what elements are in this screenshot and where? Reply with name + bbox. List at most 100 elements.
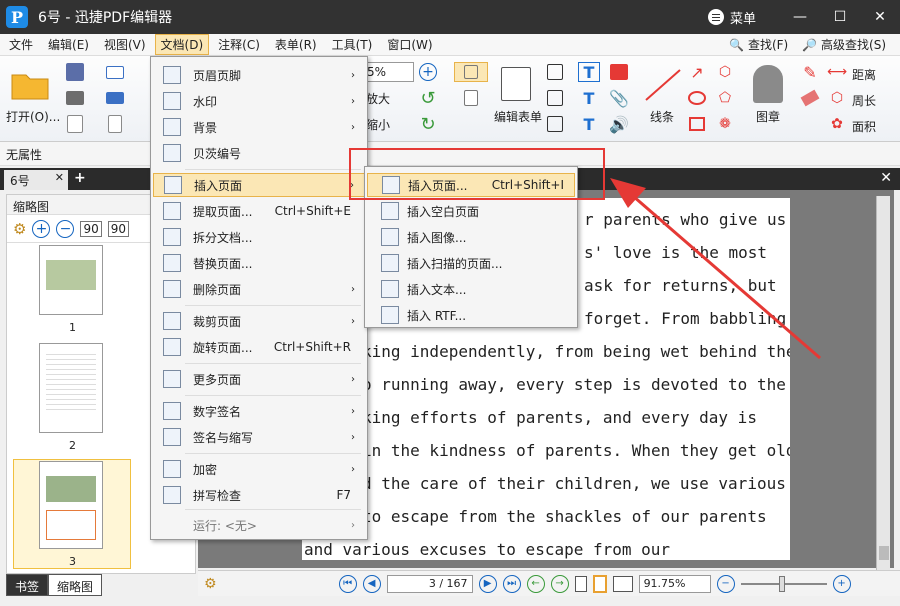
zoom-out-status-icon[interactable]: −: [716, 574, 735, 593]
perimeter-icon[interactable]: ⬡: [826, 88, 848, 108]
edit-form-icon[interactable]: [496, 64, 536, 104]
line-tool-icon[interactable]: [640, 64, 684, 104]
polygon-tool-icon[interactable]: ⬠: [714, 88, 736, 108]
sound-icon[interactable]: 🔊: [608, 114, 630, 134]
forward-icon[interactable]: →: [550, 574, 569, 593]
menu-edit[interactable]: 编辑(E): [42, 34, 95, 55]
stamp-label[interactable]: 图章: [756, 108, 780, 125]
find-button[interactable]: 🔍 查找(F): [729, 36, 788, 53]
perimeter-label[interactable]: 周长: [852, 92, 876, 109]
menu-view[interactable]: 视图(V): [98, 34, 152, 55]
pencil-icon[interactable]: ✎: [798, 62, 822, 82]
area-icon[interactable]: ✿: [826, 114, 848, 134]
add-page-icon[interactable]: [454, 88, 488, 108]
submenu-item-insert-text[interactable]: 插入文本...: [367, 277, 575, 301]
menu-item-more-pages[interactable]: 更多页面 ›: [153, 367, 365, 391]
scan-icon[interactable]: [100, 88, 130, 108]
print-icon[interactable]: [64, 88, 86, 108]
menu-file[interactable]: 文件: [3, 34, 39, 55]
close-button[interactable]: ✕: [860, 0, 900, 34]
text-box-icon[interactable]: [544, 88, 566, 108]
settings-gear-icon[interactable]: ⚙: [204, 576, 217, 592]
eraser-icon[interactable]: [798, 88, 822, 108]
menu-tools[interactable]: 工具(T): [326, 34, 379, 55]
maximize-button[interactable]: ☐: [820, 0, 860, 34]
close-all-tabs-icon[interactable]: ✕: [880, 170, 892, 186]
menu-item-crop-page[interactable]: 裁剪页面 ›: [153, 309, 365, 333]
rotate-thumb-left-icon[interactable]: 90: [80, 220, 102, 237]
line-label[interactable]: 线条: [650, 108, 674, 125]
scrollbar-thumb[interactable]: [879, 546, 889, 560]
typewriter-icon[interactable]: T: [578, 62, 600, 82]
zoom-slider[interactable]: [740, 575, 827, 592]
page-thumbnail[interactable]: [39, 245, 103, 315]
back-icon[interactable]: ←: [526, 574, 545, 593]
menu-item-delete-page[interactable]: 删除页面 ›: [153, 277, 365, 301]
page-number-input[interactable]: 3 / 167: [386, 574, 473, 593]
menu-item-digital-signature[interactable]: 数字签名 ›: [153, 399, 365, 423]
facing-page-icon[interactable]: [612, 575, 633, 592]
submenu-item-insert-scan[interactable]: 插入扫描的页面...: [367, 251, 575, 275]
rotate-left-icon[interactable]: ↺: [418, 88, 438, 109]
menu-item-split-document[interactable]: 拆分文档...: [153, 225, 365, 249]
last-page-icon[interactable]: ⏭: [502, 574, 521, 593]
vertical-scrollbar[interactable]: [876, 196, 890, 570]
main-menu-button[interactable]: 菜单: [707, 8, 756, 27]
distance-label[interactable]: 距离: [852, 66, 876, 83]
arrow-tool-icon[interactable]: ↗: [686, 62, 708, 82]
menu-item-watermark[interactable]: 水印 ›: [153, 89, 365, 113]
zoom-out-thumb-icon[interactable]: −: [56, 219, 75, 238]
cloud-tool-icon[interactable]: ❁: [714, 114, 736, 134]
menu-item-insert-page[interactable]: 插入页面 ›: [153, 173, 365, 197]
menu-item-run[interactable]: 运行: <无> ›: [153, 513, 365, 537]
new-doc-icon[interactable]: [100, 114, 130, 134]
menu-document[interactable]: 文档(D): [154, 34, 210, 55]
gear-icon[interactable]: ⚙: [13, 220, 26, 238]
continuous-page-icon[interactable]: [592, 574, 607, 593]
page-thumbnail-selected[interactable]: [39, 461, 103, 549]
underline-icon[interactable]: T: [578, 114, 600, 134]
edit-form-label[interactable]: 编辑表单: [494, 108, 542, 125]
open-button[interactable]: [8, 66, 52, 102]
email-icon[interactable]: [100, 62, 130, 82]
stamp-icon[interactable]: [748, 62, 788, 106]
next-page-icon[interactable]: ▶: [478, 574, 497, 593]
rectangle-tool-icon[interactable]: [686, 114, 708, 134]
text-area-icon[interactable]: [544, 114, 566, 134]
zoom-in-label[interactable]: 放大: [366, 90, 390, 107]
zoom-slider-thumb[interactable]: [778, 575, 785, 592]
strikeout-icon[interactable]: T: [578, 88, 600, 108]
prev-page-icon[interactable]: ◀: [362, 574, 381, 593]
select-tool-icon[interactable]: [454, 62, 488, 82]
ellipse-tool-icon[interactable]: [686, 88, 708, 108]
note-icon[interactable]: [608, 62, 630, 82]
thumbnails-tab[interactable]: 缩略图: [48, 574, 103, 596]
menu-item-extract-page[interactable]: 提取页面... Ctrl+Shift+E: [153, 199, 365, 223]
menu-item-header-footer[interactable]: 页眉页脚 ›: [153, 63, 365, 87]
zoom-in-status-icon[interactable]: +: [832, 574, 851, 593]
single-page-icon[interactable]: [574, 575, 587, 592]
menu-item-bates-numbering[interactable]: 贝茨编号: [153, 141, 365, 165]
page-thumbnail[interactable]: [39, 343, 103, 433]
menu-item-replace-page[interactable]: 替换页面...: [153, 251, 365, 275]
bookmarks-tab[interactable]: 书签: [6, 574, 49, 596]
polygon-line-icon[interactable]: ⬡: [714, 62, 736, 82]
distance-icon[interactable]: ⟷: [826, 62, 848, 82]
attachment-icon[interactable]: 📎: [608, 88, 630, 108]
rotate-right-icon[interactable]: ↻: [418, 114, 438, 135]
zoom-in-icon[interactable]: +: [418, 62, 438, 82]
rotate-thumb-right-icon[interactable]: 90: [107, 220, 130, 237]
menu-item-sign-initials[interactable]: 签名与缩写 ›: [153, 425, 365, 449]
submenu-item-insert-blank-page[interactable]: 插入空白页面: [367, 199, 575, 223]
export-icon[interactable]: [64, 114, 86, 134]
zoom-in-thumb-icon[interactable]: +: [32, 219, 51, 238]
menu-window[interactable]: 窗口(W): [381, 34, 438, 55]
menu-comment[interactable]: 注释(C): [212, 34, 266, 55]
menu-form[interactable]: 表单(R): [269, 34, 323, 55]
first-page-icon[interactable]: ⏮: [338, 574, 357, 593]
area-label[interactable]: 面积: [852, 118, 876, 135]
minimize-button[interactable]: —: [780, 0, 820, 34]
submenu-item-insert-image[interactable]: 插入图像...: [367, 225, 575, 249]
advanced-find-button[interactable]: 🔎 高级查找(S): [802, 36, 886, 53]
zoom-out-label[interactable]: 缩小: [366, 116, 390, 133]
